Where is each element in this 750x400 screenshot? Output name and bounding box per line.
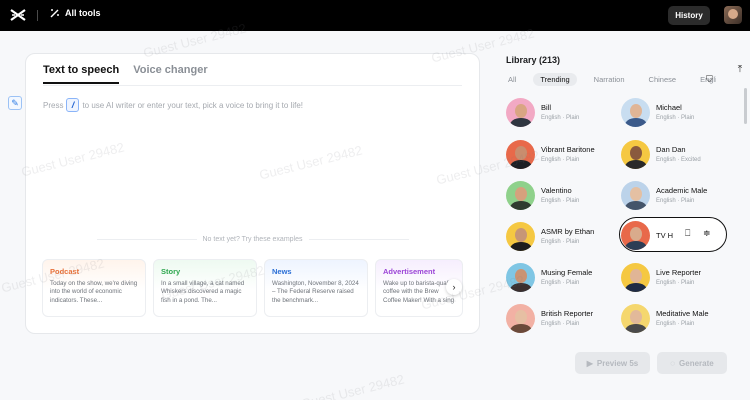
voice-avatar [621,220,650,250]
voice-avatar [506,97,535,127]
tab-text-to-speech[interactable]: Text to speech [43,64,120,84]
voice-name: TV H [656,230,674,240]
voice-item-hovered[interactable]: TV H [621,219,731,251]
watermark: Guest User 29482 [299,371,406,400]
prompt-prefix: Press [43,100,64,110]
voice-item[interactable]: Musing Female English · Plain [506,261,616,293]
example-title: News [272,267,292,276]
voice-name: Dan Dan [656,145,686,154]
voice-name: Michael [656,103,682,112]
voice-item[interactable]: Academic Male English · Plain [621,179,731,211]
preview-button[interactable]: ▶ Preview 5s [575,352,650,374]
voice-avatar [506,180,535,210]
voice-item[interactable]: Dan Dan English · Excited [621,138,731,170]
bookmark-icon[interactable]: ⎕ [685,228,690,239]
example-text: In a small village, a cat named Whiskers… [161,280,245,304]
history-button[interactable]: History [668,6,710,25]
settings-sliders-icon[interactable]: ≑ [703,228,711,239]
voice-avatar [621,97,650,127]
chip-narration[interactable]: Narration [587,73,632,86]
tab-voice-changer[interactable]: Voice changer [133,64,207,84]
chip-chinese[interactable]: Chinese [642,73,684,86]
library-filter-chips: All Trending Narration Chinese English [506,73,716,87]
voice-avatar [621,262,650,292]
library-title: Library (213) [506,55,561,65]
voice-meta: English · Plain [656,115,695,121]
voice-item[interactable]: Meditative Male English · Plain [621,302,731,334]
editor-tabs: Text to speech Voice changer [43,64,208,84]
filter-icon[interactable]: ⛉ [706,74,713,85]
voice-item[interactable]: British Reporter English · Plain [506,302,616,334]
voice-item[interactable]: Valentino English · Plain [506,179,616,211]
voice-name: British Reporter [541,309,594,318]
voice-item[interactable]: Michael English · Plain [621,96,731,128]
voice-item[interactable]: Live Reporter English · Plain [621,261,731,293]
magic-wand-icon [50,9,59,18]
voice-meta: English · Plain [541,115,580,121]
voice-item[interactable]: Bill English · Plain [506,96,616,128]
voice-meta: English · Plain [541,239,580,245]
upload-voice-icon[interactable]: ⤒ [734,63,746,75]
library-scrollbar[interactable] [744,88,747,124]
slash-key-icon: / [66,98,80,112]
voice-avatar [506,139,535,169]
voice-avatar [506,303,535,333]
example-text: Wake up to barista-quality coffee with t… [383,280,455,304]
generate-button[interactable]: ◌ Generate [657,352,727,374]
voice-avatar [621,139,650,169]
chip-trending[interactable]: Trending [533,73,577,86]
voice-meta: English · Plain [541,157,580,163]
voice-name: Bill [541,103,552,112]
voice-meta: English · Plain [541,198,580,204]
voice-avatar [506,221,535,251]
tab-divider [43,85,462,86]
example-title: Podcast [50,267,80,276]
voice-name: Meditative Male [656,309,709,318]
chip-all[interactable]: All [506,73,523,86]
user-avatar[interactable] [724,6,742,24]
generate-icon: ◌ [670,358,676,368]
preview-label: Preview 5s [596,358,639,368]
example-card-story[interactable]: Story In a small village, a cat named Wh… [153,259,257,317]
voice-meta: English · Plain [656,280,695,286]
all-tools-button[interactable]: All tools [50,8,101,18]
voice-item[interactable]: Vibrant Baritone English · Plain [506,138,616,170]
voice-meta: English · Plain [656,321,695,327]
voice-avatar [621,180,650,210]
voice-name: Vibrant Baritone [541,145,595,154]
voice-meta: English · Plain [656,198,695,204]
example-text: Washington, November 8, 2024 – The Feder… [272,280,359,304]
prompt-suffix: to use AI writer or enter your text, pic… [82,100,303,110]
voice-name: Live Reporter [656,268,702,277]
voice-meta: English · Plain [541,280,580,286]
example-text: Today on the show, we're diving into the… [50,280,138,304]
example-title: Advertisement [383,267,436,276]
voice-avatar [506,262,535,292]
ai-writer-icon[interactable]: ✎ [8,96,22,110]
voice-name: Valentino [541,186,572,195]
all-tools-label: All tools [65,8,101,18]
voice-item[interactable]: ASMR by Ethan English · Plain [506,220,616,252]
example-title: Story [161,267,181,276]
voice-name: Musing Female [541,268,593,277]
voice-avatar [621,303,650,333]
divider [37,10,38,21]
play-icon: ▶ [586,358,593,368]
capcut-logo[interactable] [10,8,26,22]
voice-meta: English · Plain [541,321,580,327]
examples-heading: No text yet? Try these examples [25,236,480,243]
next-examples-chevron-right-icon[interactable]: › [446,279,462,295]
voice-name: ASMR by Ethan [541,227,595,236]
voice-name: Academic Male [656,186,708,195]
generate-label: Generate [679,358,714,368]
example-card-podcast[interactable]: Podcast Today on the show, we're diving … [42,259,146,317]
top-bar: All tools History [0,0,750,31]
example-card-news[interactable]: News Washington, November 8, 2024 – The … [264,259,368,317]
voice-meta: English · Excited [656,157,701,163]
text-input-placeholder[interactable]: Press / to use AI writer or enter your t… [43,98,303,112]
